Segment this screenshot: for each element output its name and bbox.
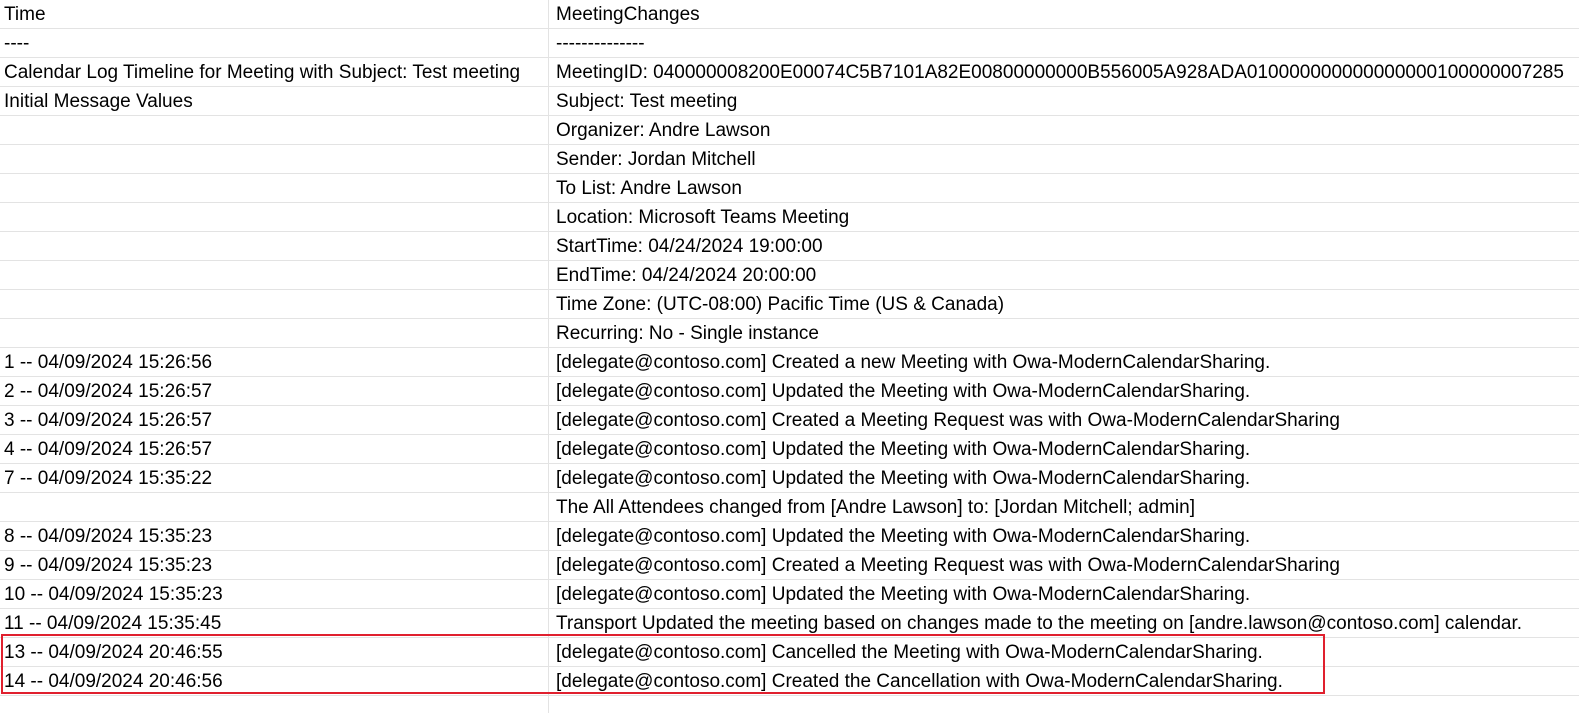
table-row: 1 -- 04/09/2024 15:26:56 [delegate@conto… (0, 348, 1579, 377)
time-cell[interactable] (4, 203, 544, 231)
table-row: To List: Andre Lawson (0, 174, 1579, 203)
header-changes-cell[interactable]: MeetingChanges (556, 0, 1579, 28)
time-cell[interactable] (4, 261, 544, 289)
time-cell[interactable] (4, 145, 544, 173)
change-cell[interactable]: To List: Andre Lawson (556, 174, 1579, 202)
change-cell[interactable]: Subject: Test meeting (556, 87, 1579, 115)
table-row: Location: Microsoft Teams Meeting (0, 203, 1579, 232)
time-cell[interactable] (4, 290, 544, 318)
change-cell[interactable]: [delegate@contoso.com] Updated the Meeti… (556, 464, 1579, 492)
table-row: 10 -- 04/09/2024 15:35:23 [delegate@cont… (0, 580, 1579, 609)
table-row: Sender: Jordan Mitchell (0, 145, 1579, 174)
time-cell[interactable] (4, 696, 544, 713)
table-row: 9 -- 04/09/2024 15:35:23 [delegate@conto… (0, 551, 1579, 580)
table-row: 11 -- 04/09/2024 15:35:45 Transport Upda… (0, 609, 1579, 638)
table-row: ---- -------------- (0, 29, 1579, 58)
time-cell[interactable] (4, 116, 544, 144)
change-cell[interactable]: EndTime: 04/24/2024 20:00:00 (556, 261, 1579, 289)
table-row: Recurring: No - Single instance (0, 319, 1579, 348)
change-cell[interactable]: [delegate@contoso.com] Created a Meeting… (556, 406, 1579, 434)
table-row: 2 -- 04/09/2024 15:26:57 [delegate@conto… (0, 377, 1579, 406)
header-time-cell[interactable]: Time (4, 0, 544, 28)
time-cell[interactable] (4, 319, 544, 347)
change-cell[interactable]: Sender: Jordan Mitchell (556, 145, 1579, 173)
table-row: StartTime: 04/24/2024 19:00:00 (0, 232, 1579, 261)
time-cell[interactable]: 7 -- 04/09/2024 15:35:22 (4, 464, 544, 492)
table-row: 7 -- 04/09/2024 15:35:22 [delegate@conto… (0, 464, 1579, 493)
table-row: Time Zone: (UTC-08:00) Pacific Time (US … (0, 290, 1579, 319)
change-cell[interactable]: [delegate@contoso.com] Created a Meeting… (556, 551, 1579, 579)
time-cell[interactable]: 1 -- 04/09/2024 15:26:56 (4, 348, 544, 376)
change-cell[interactable]: [delegate@contoso.com] Updated the Meeti… (556, 377, 1579, 405)
change-cell[interactable]: MeetingID: 040000008200E00074C5B7101A82E… (556, 58, 1579, 86)
time-cell[interactable]: 9 -- 04/09/2024 15:35:23 (4, 551, 544, 579)
header-row: Time MeetingChanges (0, 0, 1579, 29)
change-cell[interactable] (556, 696, 1579, 713)
time-cell[interactable]: 14 -- 04/09/2024 20:46:56 (4, 667, 544, 695)
time-cell[interactable]: Calendar Log Timeline for Meeting with S… (4, 58, 544, 86)
table-row: EndTime: 04/24/2024 20:00:00 (0, 261, 1579, 290)
table-row: 3 -- 04/09/2024 15:26:57 [delegate@conto… (0, 406, 1579, 435)
time-cell[interactable] (4, 232, 544, 260)
table-row: Organizer: Andre Lawson (0, 116, 1579, 145)
change-cell[interactable]: Time Zone: (UTC-08:00) Pacific Time (US … (556, 290, 1579, 318)
time-cell[interactable] (4, 493, 544, 521)
change-cell[interactable]: Recurring: No - Single instance (556, 319, 1579, 347)
time-cell[interactable]: 4 -- 04/09/2024 15:26:57 (4, 435, 544, 463)
time-cell[interactable]: 8 -- 04/09/2024 15:35:23 (4, 522, 544, 550)
change-cell[interactable]: Organizer: Andre Lawson (556, 116, 1579, 144)
time-cell[interactable]: Initial Message Values (4, 87, 544, 115)
time-cell[interactable]: 11 -- 04/09/2024 15:35:45 (4, 609, 544, 637)
time-cell[interactable]: 3 -- 04/09/2024 15:26:57 (4, 406, 544, 434)
change-cell[interactable]: [delegate@contoso.com] Created a new Mee… (556, 348, 1579, 376)
change-cell[interactable]: [delegate@contoso.com] Updated the Meeti… (556, 522, 1579, 550)
table-row: 14 -- 04/09/2024 20:46:56 [delegate@cont… (0, 667, 1579, 696)
change-cell[interactable]: Transport Updated the meeting based on c… (556, 609, 1579, 637)
change-cell[interactable]: [delegate@contoso.com] Updated the Meeti… (556, 435, 1579, 463)
table-row: Initial Message Values Subject: Test mee… (0, 87, 1579, 116)
table-row: The All Attendees changed from [Andre La… (0, 493, 1579, 522)
time-cell[interactable]: 2 -- 04/09/2024 15:26:57 (4, 377, 544, 405)
table-row (0, 696, 1579, 713)
change-cell[interactable]: [delegate@contoso.com] Created the Cance… (556, 667, 1579, 695)
table-row: 4 -- 04/09/2024 15:26:57 [delegate@conto… (0, 435, 1579, 464)
change-cell[interactable]: The All Attendees changed from [Andre La… (556, 493, 1579, 521)
change-cell[interactable]: Location: Microsoft Teams Meeting (556, 203, 1579, 231)
time-cell[interactable]: 13 -- 04/09/2024 20:46:55 (4, 638, 544, 666)
table-row: Calendar Log Timeline for Meeting with S… (0, 58, 1579, 87)
time-cell[interactable] (4, 174, 544, 202)
table-row: 13 -- 04/09/2024 20:46:55 [delegate@cont… (0, 638, 1579, 667)
time-cell[interactable]: 10 -- 04/09/2024 15:35:23 (4, 580, 544, 608)
time-cell[interactable]: ---- (4, 29, 544, 57)
change-cell[interactable]: [delegate@contoso.com] Cancelled the Mee… (556, 638, 1579, 666)
change-cell[interactable]: -------------- (556, 29, 1579, 57)
change-cell[interactable]: StartTime: 04/24/2024 19:00:00 (556, 232, 1579, 260)
table-row: 8 -- 04/09/2024 15:35:23 [delegate@conto… (0, 522, 1579, 551)
calendar-log-table: Time MeetingChanges ---- -------------- … (0, 0, 1579, 713)
change-cell[interactable]: [delegate@contoso.com] Updated the Meeti… (556, 580, 1579, 608)
